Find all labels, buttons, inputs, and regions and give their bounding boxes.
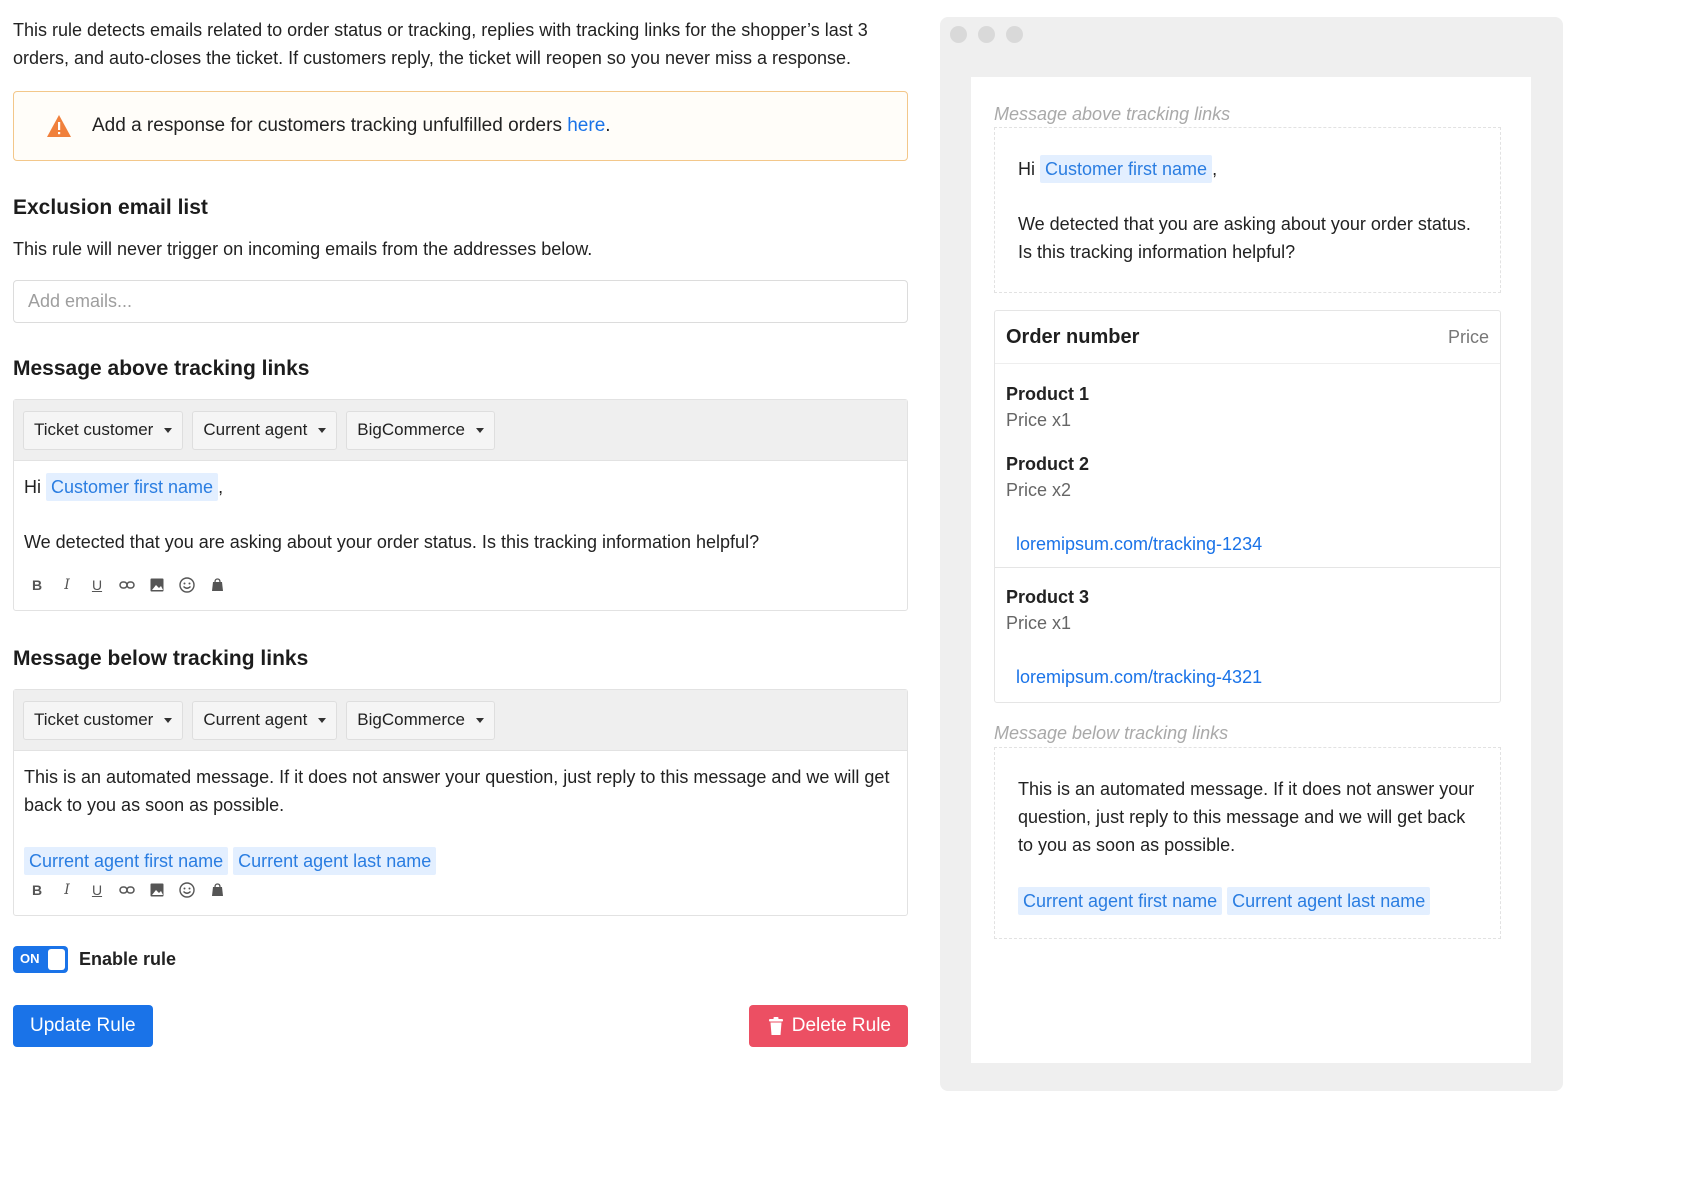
preview-above-label: Message above tracking links: [994, 104, 1231, 124]
underline-icon[interactable]: U: [88, 881, 106, 899]
current-agent-dropdown[interactable]: Current agent: [192, 700, 338, 740]
customer-first-name-tag[interactable]: Customer first name: [46, 473, 219, 501]
bold-icon[interactable]: B: [28, 881, 46, 899]
message-above-body[interactable]: Hi Customer first name, We detected that…: [14, 461, 907, 610]
caret-down-icon: [476, 717, 484, 723]
image-icon[interactable]: [148, 576, 166, 594]
shopify-bag-icon[interactable]: [208, 576, 226, 594]
emoji-icon[interactable]: [178, 881, 196, 899]
italic-icon[interactable]: I: [58, 576, 76, 594]
message-above-title: Message above tracking links: [13, 357, 310, 380]
message-below-title: Message below tracking links: [13, 647, 309, 670]
bigcommerce-dropdown[interactable]: BigCommerce: [346, 410, 495, 450]
italic-icon[interactable]: I: [58, 881, 76, 899]
window-close-dot: [950, 26, 967, 43]
caret-down-icon: [164, 427, 173, 433]
rule-settings: This rule detects emails related to orde…: [13, 16, 908, 1047]
caret-down-icon: [476, 427, 484, 433]
order-number-header: Order number: [1006, 325, 1140, 348]
bigcommerce-dropdown[interactable]: BigCommerce: [346, 700, 495, 740]
enable-rule-toggle[interactable]: ON: [13, 946, 68, 973]
order-table-header: Order number Price: [995, 311, 1500, 364]
preview-below-text: This is an automated message. If it does…: [1018, 779, 1475, 855]
window-controls: [950, 26, 1023, 43]
window-maximize-dot: [1006, 26, 1023, 43]
message-below-body[interactable]: This is an automated message. If it does…: [14, 751, 907, 915]
ticket-customer-dropdown[interactable]: Ticket customer: [23, 700, 184, 740]
exclusion-description: This rule will never trigger on incoming…: [13, 239, 593, 259]
trash-icon: [768, 1017, 783, 1035]
toggle-knob: [48, 949, 65, 970]
preview-paper: Message above tracking links Hi Customer…: [971, 77, 1531, 1063]
action-buttons: Update Rule Delete Rule: [13, 1005, 908, 1047]
variable-toolbar: Ticket customer Current agent BigCommerc…: [14, 690, 907, 751]
enable-rule-row: ON Enable rule: [13, 946, 908, 973]
product-price: Price x1: [1006, 410, 1072, 430]
unfulfilled-alert: Add a response for customers tracking un…: [13, 91, 908, 161]
warning-icon: [47, 115, 71, 137]
format-toolbar: B I U: [24, 875, 897, 905]
agent-first-name-tag[interactable]: Current agent first name: [24, 847, 229, 875]
preview-customer-first-name-tag: Customer first name: [1040, 155, 1213, 183]
caret-down-icon: [318, 717, 327, 723]
ticket-customer-dropdown[interactable]: Ticket customer: [23, 410, 184, 450]
tracking-link[interactable]: loremipsum.com/tracking-1234: [995, 531, 1500, 557]
variable-toolbar: Ticket customer Current agent BigCommerc…: [14, 400, 907, 461]
preview-above-text: We detected that you are asking about yo…: [1018, 214, 1471, 262]
exclusion-title: Exclusion email list: [13, 196, 208, 219]
alert-here-link[interactable]: here: [567, 115, 605, 136]
link-icon[interactable]: [118, 881, 136, 899]
product-item: Product 3 Price x1: [995, 584, 1500, 636]
product-name: Product 3: [1006, 587, 1090, 607]
agent-last-name-tag[interactable]: Current agent last name: [233, 847, 437, 875]
product-name: Product 2: [1006, 454, 1090, 474]
shopify-bag-icon[interactable]: [208, 881, 226, 899]
tracking-link[interactable]: loremipsum.com/tracking-4321: [995, 664, 1500, 690]
email-preview-window: Message above tracking links Hi Customer…: [940, 17, 1563, 1091]
window-minimize-dot: [978, 26, 995, 43]
product-item: Product 2 Price x2: [995, 451, 1500, 503]
toggle-state: ON: [20, 951, 40, 966]
update-rule-button[interactable]: Update Rule: [13, 1005, 153, 1047]
preview-agent-first-name-tag: Current agent first name: [1018, 887, 1223, 915]
alert-text: Add a response for customers tracking un…: [92, 115, 611, 136]
product-item: Product 1 Price x1: [995, 381, 1500, 433]
message-below-text: This is an automated message. If it does…: [24, 767, 890, 815]
caret-down-icon: [318, 427, 327, 433]
message-above-editor: Ticket customer Current agent BigCommerc…: [13, 399, 908, 611]
exclusion-email-input[interactable]: [13, 280, 908, 323]
delete-rule-label: Delete Rule: [791, 1015, 891, 1036]
caret-down-icon: [164, 717, 173, 723]
preview-above-box: Hi Customer first name, We detected that…: [994, 127, 1501, 293]
preview-below-label: Message below tracking links: [994, 723, 1229, 743]
preview-below-box: This is an automated message. If it does…: [994, 747, 1501, 939]
enable-rule-label: Enable rule: [79, 949, 177, 969]
format-toolbar: B I U: [24, 570, 897, 600]
message-below-editor: Ticket customer Current agent BigCommerc…: [13, 689, 908, 916]
emoji-icon[interactable]: [178, 576, 196, 594]
product-price: Price x1: [1006, 613, 1072, 633]
product-price: Price x2: [1006, 480, 1072, 500]
rule-description: This rule detects emails related to orde…: [13, 20, 868, 68]
link-icon[interactable]: [118, 576, 136, 594]
delete-rule-button[interactable]: Delete Rule: [748, 1005, 908, 1047]
bold-icon[interactable]: B: [28, 576, 46, 594]
preview-agent-last-name-tag: Current agent last name: [1227, 887, 1431, 915]
product-name: Product 1: [1006, 384, 1090, 404]
underline-icon[interactable]: U: [88, 576, 106, 594]
price-header: Price: [1447, 326, 1489, 347]
message-above-text: We detected that you are asking about yo…: [24, 532, 760, 552]
order-table: Order number Price Product 1 Price x1 Pr…: [994, 310, 1501, 703]
current-agent-dropdown[interactable]: Current agent: [192, 410, 338, 450]
image-icon[interactable]: [148, 881, 166, 899]
